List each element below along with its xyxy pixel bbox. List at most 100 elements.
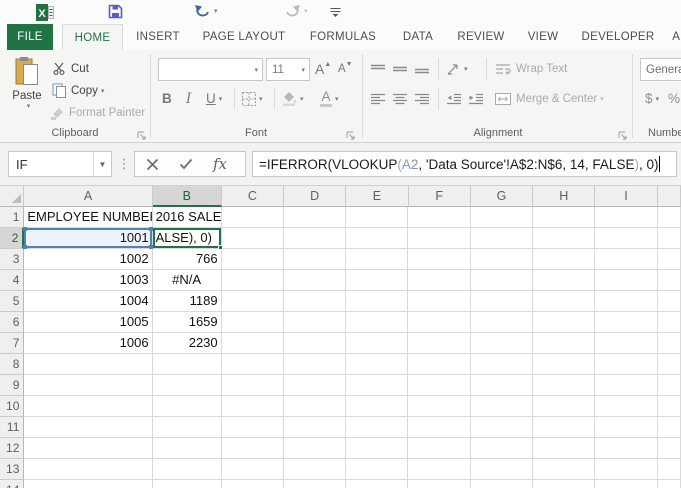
cell-C6[interactable] — [222, 312, 284, 333]
column-header-clipped[interactable] — [658, 186, 681, 207]
merge-center-dropdown-icon[interactable]: ▾ — [600, 95, 604, 103]
cell-E1[interactable] — [346, 207, 408, 228]
cell-F7[interactable] — [408, 333, 470, 354]
tab-home[interactable]: HOME — [62, 24, 123, 50]
font-name-dropdown-icon[interactable]: ▾ — [254, 66, 258, 74]
cell-A14[interactable] — [24, 480, 152, 488]
cell-E4[interactable] — [346, 270, 408, 291]
cell-clipped-2[interactable] — [658, 228, 681, 249]
cell-clipped-7[interactable] — [658, 333, 681, 354]
cell-I3[interactable] — [595, 249, 657, 270]
cell-G13[interactable] — [471, 459, 533, 480]
cell-A5[interactable]: 1004 — [24, 291, 152, 312]
fill-color-dropdown-icon[interactable]: ▾ — [300, 95, 304, 103]
cell-F10[interactable] — [408, 396, 470, 417]
cell-C1[interactable] — [222, 207, 284, 228]
copy-button[interactable]: Copy ▾ — [52, 80, 104, 101]
font-color-dropdown-icon[interactable]: ▾ — [335, 95, 339, 103]
name-box-dropdown-icon[interactable]: ▼ — [93, 152, 111, 176]
cell-G3[interactable] — [471, 249, 533, 270]
orientation-button[interactable]: ▾ — [446, 58, 468, 79]
cell-H14[interactable] — [533, 480, 595, 488]
bold-button[interactable]: B — [162, 88, 172, 109]
cell-I14[interactable] — [595, 480, 657, 488]
clipboard-dialog-launcher[interactable] — [137, 128, 147, 138]
cell-A2[interactable]: 1001 — [24, 228, 152, 249]
cell-I13[interactable] — [595, 459, 657, 480]
cell-clipped-12[interactable] — [658, 438, 681, 459]
tab-formulas[interactable]: FORMULAS — [310, 24, 376, 50]
cell-F2[interactable] — [408, 228, 470, 249]
cell-H6[interactable] — [533, 312, 595, 333]
cell-C8[interactable] — [222, 354, 284, 375]
cell-H2[interactable] — [533, 228, 595, 249]
cell-D5[interactable] — [284, 291, 346, 312]
cell-clipped-10[interactable] — [658, 396, 681, 417]
row-header-5[interactable]: 5 — [0, 291, 24, 312]
fill-handle-icon[interactable] — [218, 245, 223, 250]
cell-clipped-9[interactable] — [658, 375, 681, 396]
cell-I11[interactable] — [595, 417, 657, 438]
redo-dropdown-icon[interactable]: ▾ — [304, 7, 308, 15]
column-header-D[interactable]: D — [284, 186, 346, 207]
orientation-dropdown-icon[interactable]: ▾ — [464, 65, 468, 73]
top-align-button[interactable] — [370, 58, 386, 79]
select-all-corner[interactable] — [0, 186, 24, 207]
tab-file[interactable]: FILE — [7, 24, 53, 50]
accounting-format-button[interactable]: $ ▾ — [645, 88, 659, 109]
format-painter-button[interactable]: Format Painter — [50, 102, 145, 123]
cell-H12[interactable] — [533, 438, 595, 459]
column-header-H[interactable]: H — [533, 186, 595, 207]
cancel-button[interactable] — [135, 152, 169, 176]
cell-H5[interactable] — [533, 291, 595, 312]
cell-B12[interactable] — [153, 438, 222, 459]
cell-B10[interactable] — [153, 396, 222, 417]
cell-B4[interactable]: #N/A — [153, 270, 222, 291]
cell-F5[interactable] — [408, 291, 470, 312]
cell-D7[interactable] — [284, 333, 346, 354]
cell-F9[interactable] — [408, 375, 470, 396]
cell-F8[interactable] — [408, 354, 470, 375]
column-header-A[interactable]: A — [24, 186, 152, 207]
cell-G4[interactable] — [471, 270, 533, 291]
fill-color-button[interactable]: ▾ — [282, 88, 304, 109]
cell-F11[interactable] — [408, 417, 470, 438]
column-header-E[interactable]: E — [346, 186, 408, 207]
cell-D8[interactable] — [284, 354, 346, 375]
cell-C4[interactable] — [222, 270, 284, 291]
cell-I10[interactable] — [595, 396, 657, 417]
underline-dropdown-icon[interactable]: ▾ — [219, 95, 223, 103]
cell-E12[interactable] — [346, 438, 408, 459]
cell-D10[interactable] — [284, 396, 346, 417]
paste-button[interactable]: Paste ▾ — [5, 56, 49, 124]
accounting-dropdown-icon[interactable]: ▾ — [656, 95, 660, 103]
merge-center-button[interactable]: Merge & Center ▾ — [495, 88, 604, 109]
column-header-I[interactable]: I — [595, 186, 657, 207]
cell-I6[interactable] — [595, 312, 657, 333]
excel-logo-icon[interactable]: X — [36, 4, 54, 21]
cell-A9[interactable] — [24, 375, 152, 396]
cell-C3[interactable] — [222, 249, 284, 270]
wrap-text-button[interactable]: Wrap Text — [495, 58, 567, 79]
cell-C5[interactable] — [222, 291, 284, 312]
customize-quick-access-toolbar-icon[interactable] — [330, 7, 341, 17]
cell-B8[interactable] — [153, 354, 222, 375]
cell-H1[interactable] — [533, 207, 595, 228]
cell-G2[interactable] — [471, 228, 533, 249]
cell-G12[interactable] — [471, 438, 533, 459]
row-header-3[interactable]: 3 — [0, 249, 24, 270]
cell-C10[interactable] — [222, 396, 284, 417]
tab-view[interactable]: VIEW — [528, 24, 559, 50]
cell-H7[interactable] — [533, 333, 595, 354]
cell-A8[interactable] — [24, 354, 152, 375]
cell-G14[interactable] — [471, 480, 533, 488]
cell-G5[interactable] — [471, 291, 533, 312]
cell-clipped-13[interactable] — [658, 459, 681, 480]
insert-function-button[interactable]: fx — [203, 152, 237, 176]
cell-H9[interactable] — [533, 375, 595, 396]
cell-A10[interactable] — [24, 396, 152, 417]
cell-B5[interactable]: 1189 — [153, 291, 222, 312]
cut-button[interactable]: Cut — [52, 58, 89, 79]
cell-B3[interactable]: 766 — [153, 249, 222, 270]
cell-B9[interactable] — [153, 375, 222, 396]
